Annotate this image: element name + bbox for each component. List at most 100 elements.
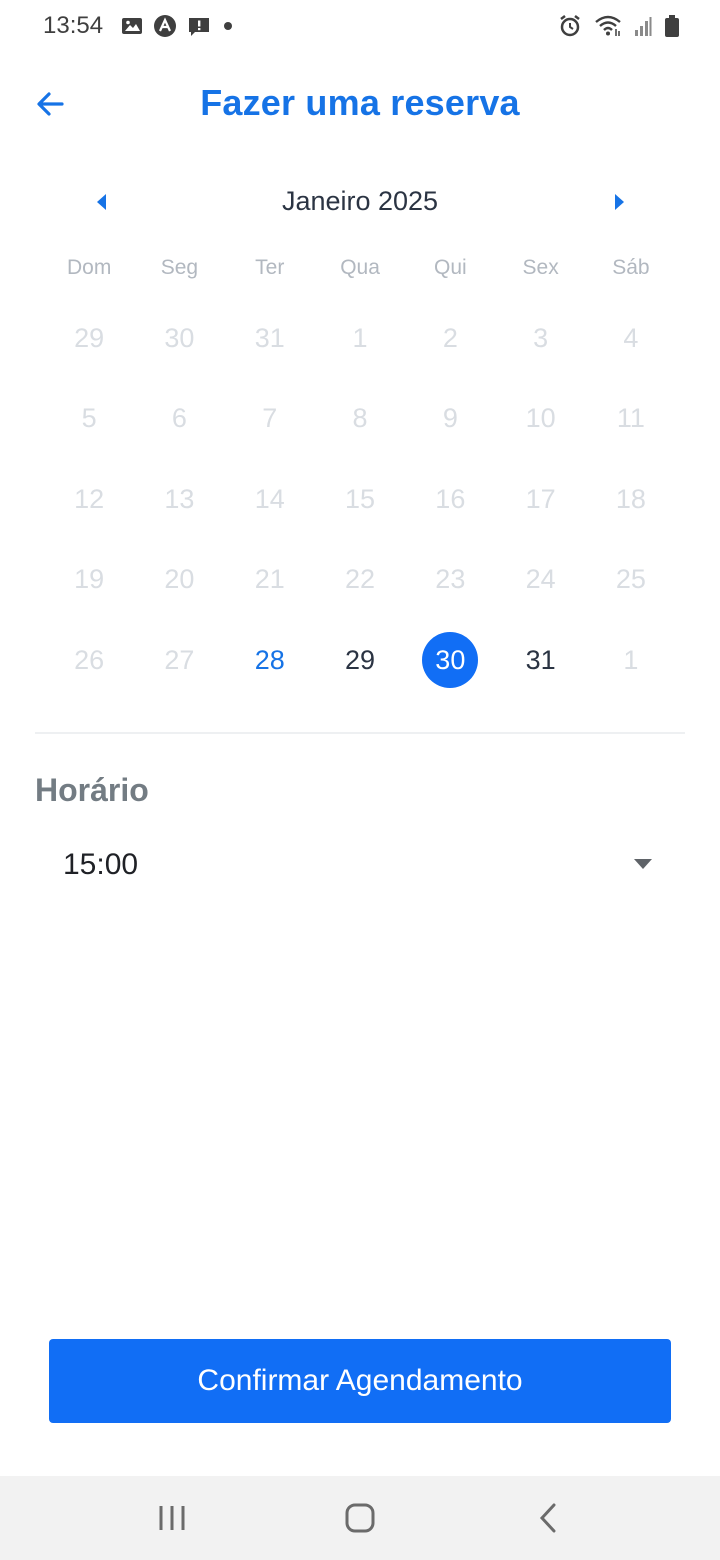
status-icons-left — [121, 14, 235, 43]
calendar-day-label: 7 — [262, 403, 278, 434]
calendar-day: 3 — [495, 298, 585, 379]
calendar-day-today[interactable]: 28 — [225, 620, 315, 701]
calendar-day-label: 31 — [254, 322, 285, 353]
chevron-left-icon — [539, 1503, 556, 1533]
calendar-day: 4 — [586, 298, 676, 379]
calendar-days-grid: 29 30 31 1 2 3 4 5 6 7 8 9 10 11 12 13 14 15 16 17 18 19 20 21 2… — [44, 298, 676, 701]
calendar-day: 1 — [315, 298, 405, 379]
calendar-day: 13 — [134, 459, 224, 540]
calendar-day-label: 21 — [254, 564, 285, 595]
weekday-header-row: Dom Seg Ter Qua Qui Sex Sáb — [44, 256, 676, 280]
battery-icon — [664, 14, 680, 43]
calendar-day: 7 — [225, 379, 315, 460]
calendar-day: 16 — [405, 459, 495, 540]
calendar-day-label: 29 — [74, 322, 105, 353]
calendar-day-label: 20 — [164, 564, 195, 595]
status-time: 13:54 — [43, 12, 104, 39]
calendar-day: 6 — [134, 379, 224, 460]
weekday-label: Sex — [522, 256, 559, 279]
calendar-day-label: 6 — [171, 403, 187, 434]
caret-right-icon — [615, 194, 624, 210]
calendar-day-label: 24 — [525, 564, 556, 595]
weekday-label: Qui — [433, 256, 467, 279]
calendar-day: 23 — [405, 540, 495, 621]
calendar-day: 30 — [134, 298, 224, 379]
calendar-month-nav: Janeiro 2025 — [0, 176, 720, 228]
calendar-day-label: 25 — [615, 564, 646, 595]
next-month-button[interactable] — [600, 182, 640, 222]
calendar-day: 10 — [495, 379, 585, 460]
calendar-day: 18 — [586, 459, 676, 540]
app-header: Fazer uma reserva — [0, 70, 720, 140]
calendar-day: 24 — [495, 540, 585, 621]
calendar-day-label: 14 — [254, 483, 285, 514]
home-icon — [345, 1503, 375, 1533]
alert-icon — [187, 15, 211, 42]
calendar-day: 5 — [44, 379, 134, 460]
section-divider — [35, 732, 685, 734]
calendar-day-label: 11 — [616, 403, 645, 434]
calendar-day: 27 — [134, 620, 224, 701]
calendar-day-label: 2 — [442, 322, 458, 353]
calendar-day[interactable]: 29 — [315, 620, 405, 701]
system-navigation-bar — [0, 1476, 720, 1560]
signal-icon — [634, 15, 652, 42]
weekday-label: Qua — [340, 256, 380, 279]
calendar-day-label: 18 — [615, 483, 646, 514]
calendar-day-label: 28 — [254, 644, 285, 675]
calendar-day: 21 — [225, 540, 315, 621]
calendar-day-label: 23 — [435, 564, 466, 595]
calendar-day: 22 — [315, 540, 405, 621]
weekday-label: Dom — [66, 256, 112, 279]
alarm-icon — [558, 14, 582, 43]
calendar-day-label: 16 — [435, 483, 466, 514]
recent-apps-button[interactable] — [142, 1498, 202, 1538]
app-icon — [153, 14, 177, 43]
calendar-day-label: 10 — [525, 403, 556, 434]
calendar-day: 26 — [44, 620, 134, 701]
calendar-day-label: 26 — [74, 644, 105, 675]
calendar-day: 2 — [405, 298, 495, 379]
calendar-day[interactable]: 31 — [495, 620, 585, 701]
time-select-dropdown[interactable]: 15:00 — [35, 830, 685, 902]
calendar-day-label: 3 — [533, 322, 549, 353]
calendar-day-label: 4 — [623, 322, 639, 353]
status-icons-right — [558, 14, 680, 43]
weekday-label: Ter — [255, 256, 285, 279]
calendar-day-label: 9 — [442, 403, 458, 434]
calendar-day-label: 19 — [74, 564, 105, 595]
calendar-day: 19 — [44, 540, 134, 621]
time-section-label: Horário — [35, 772, 149, 808]
home-button[interactable] — [330, 1498, 390, 1538]
calendar-day: 8 — [315, 379, 405, 460]
calendar-day-label: 1 — [352, 322, 368, 353]
calendar-day-label: 17 — [525, 483, 556, 514]
calendar-day: 14 — [225, 459, 315, 540]
recents-icon — [159, 1506, 185, 1530]
dropdown-arrow-icon — [634, 859, 652, 869]
calendar-day-label: 30 — [164, 322, 195, 353]
calendar-day-label: 12 — [74, 483, 105, 514]
calendar-day: 11 — [586, 379, 676, 460]
calendar-day: 25 — [586, 540, 676, 621]
weekday-label: Seg — [160, 256, 199, 279]
calendar-day-label: 30 — [422, 632, 479, 689]
calendar-day: 15 — [315, 459, 405, 540]
image-icon — [121, 16, 143, 41]
calendar-day-label: 31 — [525, 644, 556, 675]
calendar-day: 20 — [134, 540, 224, 621]
status-bar: 13:54 — [0, 0, 720, 54]
selected-time-value: 15:00 — [63, 848, 139, 881]
confirm-booking-button[interactable]: Confirmar Agendamento — [49, 1339, 671, 1423]
calendar-day: 17 — [495, 459, 585, 540]
calendar-day-label: 13 — [164, 483, 195, 514]
system-back-button[interactable] — [518, 1498, 578, 1538]
calendar-day: 9 — [405, 379, 495, 460]
calendar-day-selected[interactable]: 30 — [405, 620, 495, 701]
page-title: Fazer uma reserva — [200, 82, 520, 123]
calendar-day: 29 — [44, 298, 134, 379]
calendar-day: 12 — [44, 459, 134, 540]
calendar-day-label: 5 — [81, 403, 97, 434]
calendar-day-label: 1 — [623, 644, 639, 675]
calendar-day-label: 22 — [345, 564, 376, 595]
